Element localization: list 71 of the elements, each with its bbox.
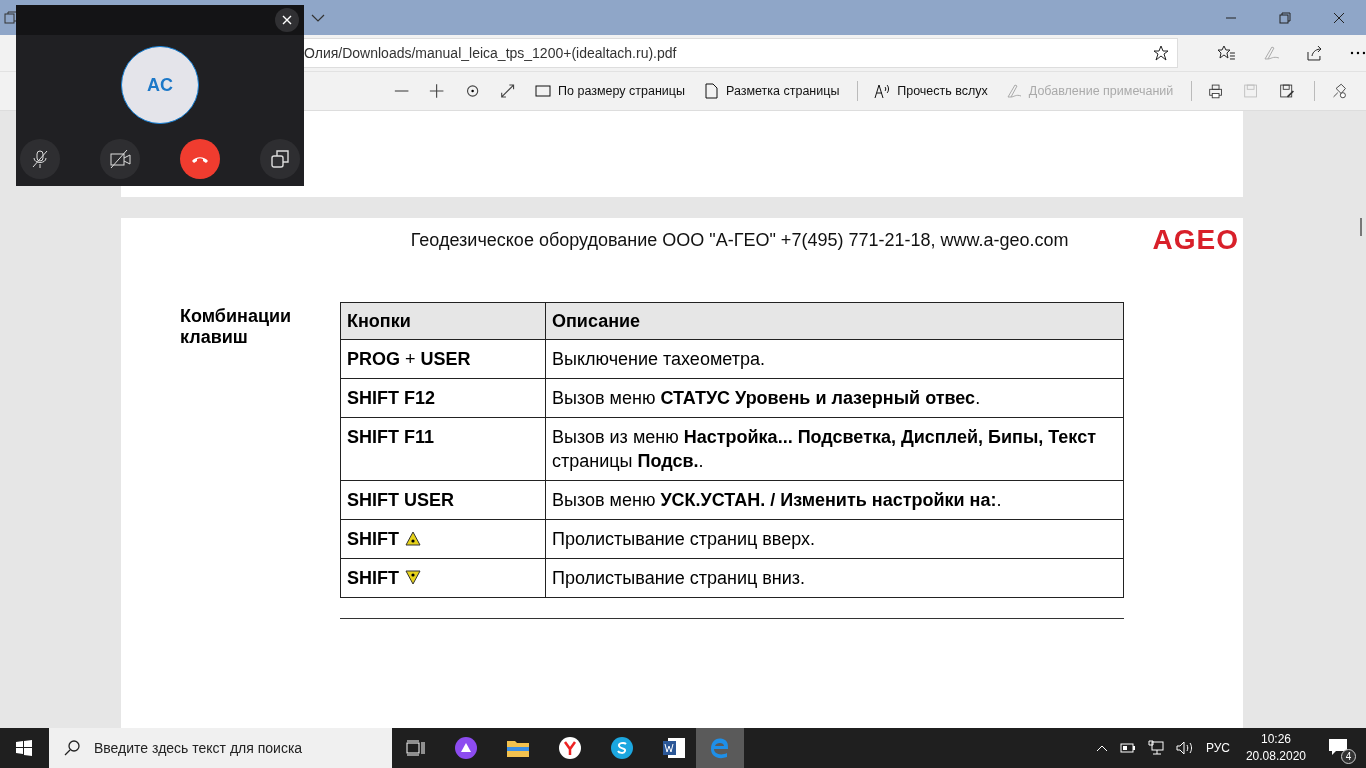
caret-up-icon[interactable] <box>1095 744 1108 752</box>
phone-icon <box>191 154 209 164</box>
table-cell: Вызов меню СТАТУС Уровень и лазерный отвес. <box>545 378 1124 418</box>
table-cell: Вызов из меню Настройка... Подсветка, Дисплей, Бипы, Текст страницы Подсв.. <box>545 417 1124 481</box>
star-icon[interactable] <box>1153 45 1170 61</box>
clock-time[interactable]: 10:26 <box>1260 731 1291 748</box>
network-icon[interactable] <box>1147 740 1164 756</box>
restore-icon[interactable] <box>1279 11 1291 24</box>
column-header: Описание <box>545 302 1124 340</box>
document-app-icon[interactable] <box>662 737 686 759</box>
table-cell: Вызов меню УСК.УСТАН. / Изменить настройки на:. <box>545 480 1124 520</box>
rotate-icon[interactable] <box>464 82 480 100</box>
tabs-icon[interactable] <box>4 10 18 25</box>
switch-view-button[interactable] <box>260 139 300 179</box>
table-cell: Пролистывание страниц вверх. <box>545 519 1124 559</box>
windows-icon <box>271 150 289 168</box>
toolbar-button[interactable]: По размеру страницы <box>535 83 685 99</box>
page-down-key-icon <box>405 570 421 585</box>
e-letter-icon <box>709 737 731 759</box>
save-as-icon[interactable] <box>1278 82 1294 100</box>
toolbar-button[interactable]: Прочесть вслух <box>874 83 988 99</box>
chevron-down-icon[interactable] <box>311 13 325 22</box>
scrollbar-thumb[interactable] <box>1360 218 1362 236</box>
search-icon <box>64 740 80 756</box>
toolbar-button[interactable]: Разметка страницы <box>702 83 840 99</box>
avatar: AC <box>121 46 199 124</box>
assistant-icon[interactable] <box>454 736 478 760</box>
camera-icon <box>109 149 131 169</box>
table-cell: SHIFT <box>340 558 546 598</box>
clock-date[interactable]: 20.08.2020 <box>1245 748 1306 765</box>
close-button[interactable] <box>275 8 299 32</box>
section-title: Комбинации клавиш <box>179 306 293 349</box>
fit-page-icon <box>535 83 552 99</box>
table-cell: SHIFT <box>340 519 546 559</box>
table-cell: Пролистывание страниц вниз. <box>545 558 1124 598</box>
microphone-icon <box>30 149 50 169</box>
notifications-icon[interactable] <box>1328 738 1348 756</box>
folder-icon[interactable] <box>506 738 530 758</box>
table-cell: SHIFT F11 <box>340 417 546 481</box>
table-cell: Выключение тахеометра. <box>545 339 1124 379</box>
pin-icon[interactable] <box>1330 82 1347 100</box>
notification-count: 4 <box>1341 749 1356 764</box>
search-field[interactable]: Введите здесь текст для поиска <box>94 729 389 767</box>
search-box[interactable]: Введите здесь текст для поиска <box>49 728 392 768</box>
language-indicator[interactable]: РУС <box>1205 741 1230 755</box>
battery-icon[interactable] <box>1119 743 1136 753</box>
page-header: Геодезическое оборудование ООО "А-ГЕО" +7(495) 771-21-18, www.a-geo.com <box>410 229 1069 251</box>
print-icon[interactable] <box>1208 82 1224 100</box>
company-logo: AGEO <box>1152 224 1239 256</box>
chat-app-icon[interactable] <box>610 736 634 760</box>
hang-up-button[interactable] <box>180 139 220 179</box>
more-icon[interactable] <box>1350 51 1366 55</box>
column-header: Кнопки <box>340 302 546 340</box>
zoom-in-icon[interactable] <box>429 82 445 100</box>
task-view-icon[interactable] <box>406 740 426 756</box>
table-cell: PROG + USER <box>340 339 546 379</box>
table-cell: SHIFT USER <box>340 480 546 520</box>
page-up-key-icon <box>405 531 421 546</box>
page-layout-icon <box>702 83 719 99</box>
pen-icon <box>1005 83 1022 99</box>
table-cell: SHIFT F12 <box>340 378 546 418</box>
volume-icon[interactable] <box>1175 741 1194 755</box>
video-button[interactable] <box>100 139 140 179</box>
browser-icon[interactable] <box>558 736 582 760</box>
close-icon[interactable] <box>1333 11 1345 24</box>
start-icon[interactable] <box>16 740 32 756</box>
close-icon <box>282 15 292 25</box>
read-aloud-icon <box>874 83 891 99</box>
favorites-icon[interactable] <box>1218 45 1237 61</box>
fullscreen-icon[interactable] <box>499 82 516 100</box>
mute-button[interactable] <box>20 139 60 179</box>
